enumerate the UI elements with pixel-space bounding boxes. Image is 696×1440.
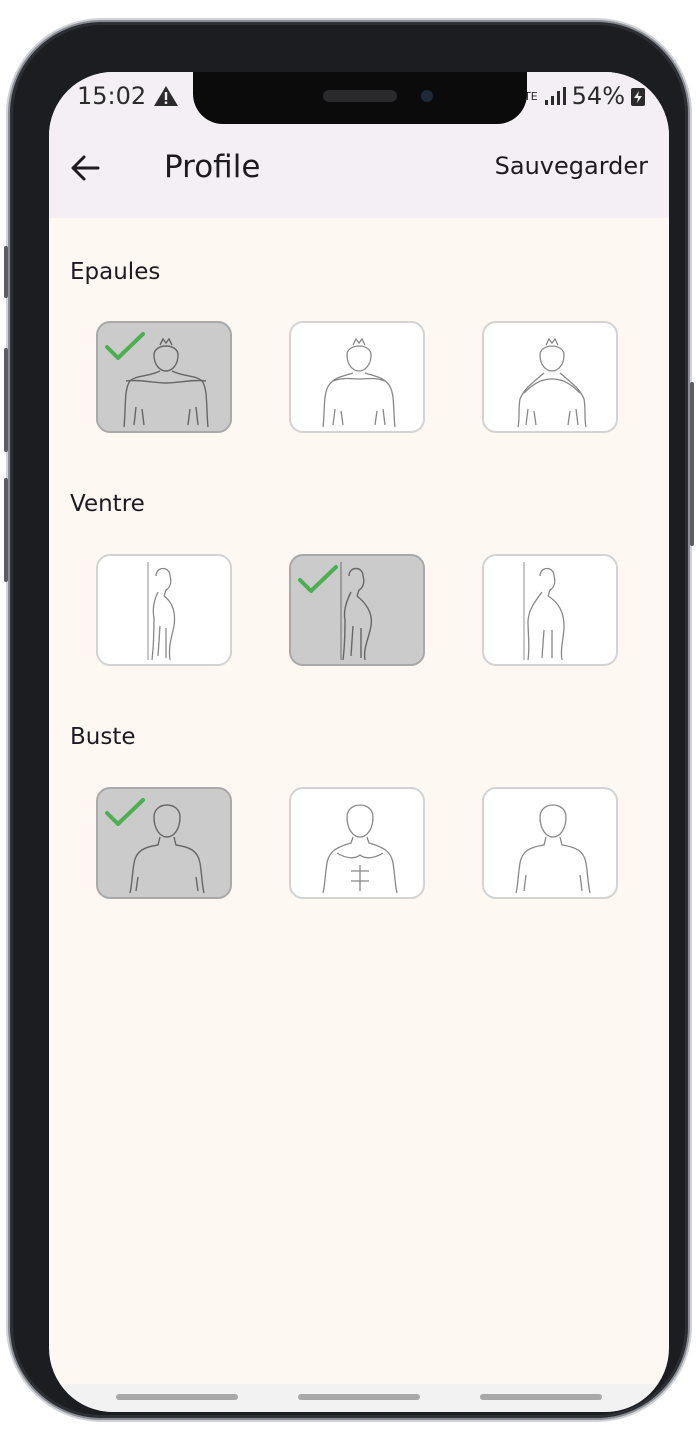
buste-option-3[interactable] <box>482 787 618 899</box>
buste-option-1[interactable] <box>96 787 232 899</box>
battery-percent: 54% <box>571 82 625 110</box>
shoulders-figure-icon <box>322 337 396 428</box>
battery-charging-icon <box>631 88 645 106</box>
system-navigation-bar <box>49 1384 669 1412</box>
ventre-option-1[interactable] <box>96 554 232 666</box>
nav-pill-recents[interactable] <box>116 1394 238 1400</box>
signal-icon <box>544 87 566 105</box>
mute-switch <box>4 246 8 298</box>
earpiece-speaker <box>323 90 397 102</box>
status-indicators: LTE 54% <box>519 82 645 110</box>
shoulders-figure-icon <box>517 337 587 428</box>
screen: 15:02 LTE 54% Profile Sauvegarder Epaule… <box>49 72 669 1412</box>
epaules-option-2[interactable] <box>289 321 425 433</box>
section-label-buste: Buste <box>70 724 136 750</box>
epaules-option-3[interactable] <box>482 321 618 433</box>
front-camera <box>421 90 433 102</box>
buste-option-2[interactable] <box>289 787 425 899</box>
section-label-epaules: Epaules <box>70 259 161 285</box>
power-button <box>690 382 694 546</box>
status-time: 15:02 <box>77 82 147 110</box>
back-arrow-icon[interactable] <box>69 152 101 184</box>
checkmark-icon <box>298 565 338 593</box>
bust-figure-icon <box>515 804 591 894</box>
epaules-option-1[interactable] <box>96 321 232 433</box>
nav-pill-back[interactable] <box>480 1394 602 1400</box>
belly-profile-figure-icon <box>523 562 565 661</box>
checkmark-icon <box>105 798 145 826</box>
ventre-option-3[interactable] <box>482 554 618 666</box>
ventre-option-2[interactable] <box>289 554 425 666</box>
warning-icon <box>154 86 178 106</box>
page-title: Profile <box>164 149 261 185</box>
app-bar: 15:02 LTE 54% Profile Sauvegarder <box>49 72 669 218</box>
camera-notch <box>193 72 527 124</box>
save-button[interactable]: Sauvegarder <box>495 152 648 180</box>
volume-up-button <box>4 348 8 452</box>
phone-frame: 15:02 LTE 54% Profile Sauvegarder Epaule… <box>4 22 694 1418</box>
nav-pill-home[interactable] <box>298 1394 420 1400</box>
checkmark-icon <box>105 332 145 360</box>
bust-figure-icon <box>322 804 398 894</box>
volume-down-button <box>4 478 8 582</box>
belly-profile-figure-icon <box>147 562 176 661</box>
section-label-ventre: Ventre <box>70 491 145 517</box>
